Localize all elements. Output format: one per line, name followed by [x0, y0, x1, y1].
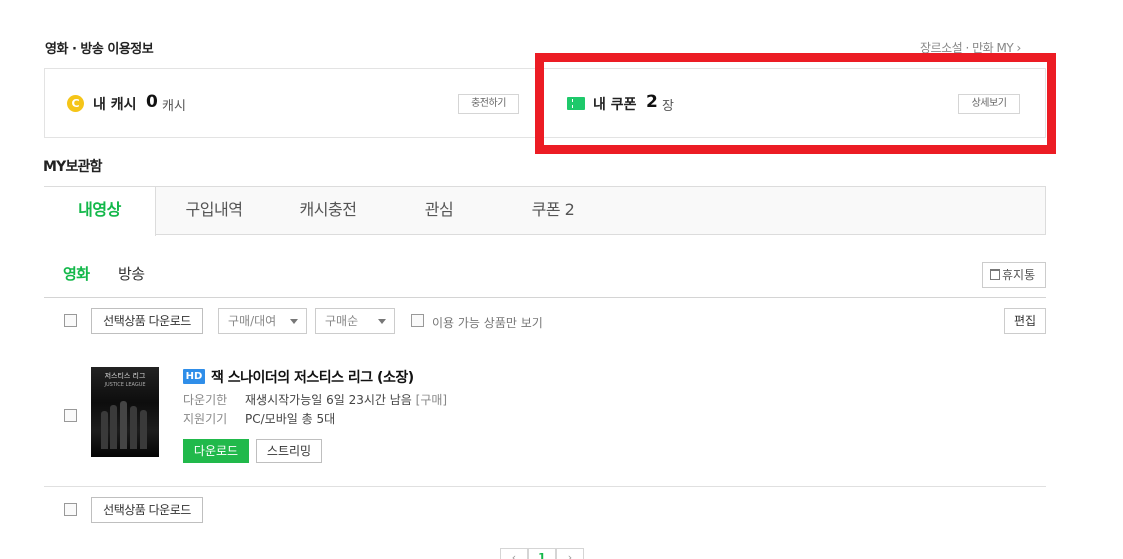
purchase-type-value: 구매/대여 [228, 314, 277, 328]
subtab-broadcast[interactable]: 방송 [118, 263, 145, 284]
movie-poster[interactable]: 저스티스 리그 JUSTICE LEAGUE [91, 367, 159, 457]
download-selected-button[interactable]: 선택상품 다운로드 [91, 308, 203, 334]
sort-select[interactable]: 구매순 [315, 308, 395, 334]
download-period-text: 재생시작가능일 6일 23시간 남음 [245, 393, 412, 407]
tab-favorites[interactable]: 관심 [405, 187, 473, 235]
my-storage-title: MY보관함 [43, 159, 103, 175]
poster-figure [110, 405, 117, 449]
usage-info-title: 영화 · 방송 이용정보 [45, 42, 154, 57]
sort-value: 구매순 [325, 314, 359, 328]
hd-badge: HD [183, 369, 205, 384]
streaming-button[interactable]: 스트리밍 [256, 439, 322, 463]
select-all-checkbox-bottom[interactable] [64, 503, 77, 516]
tab-cash-charge[interactable]: 캐시충전 [275, 187, 381, 235]
tab-purchase-history[interactable]: 구입내역 [165, 187, 263, 235]
download-period-label: 다운기한 [183, 393, 228, 407]
purchase-type-select[interactable]: 구매/대여 [218, 308, 307, 334]
tab-my-videos[interactable]: 내영상 [44, 187, 156, 236]
poster-subtitle: JUSTICE LEAGUE [104, 382, 146, 388]
poster-figure [120, 401, 127, 449]
caret-down-icon [378, 319, 386, 324]
trash-button-label: 휴지통 [1002, 268, 1036, 282]
poster-figure [101, 411, 108, 449]
cash-unit: 캐시 [162, 99, 186, 114]
cash-value: 0 [146, 92, 158, 112]
divider [44, 486, 1046, 487]
storage-tabs: 내영상 구입내역 캐시충전 관심 쿠폰 2 [44, 186, 1046, 236]
page-1-button[interactable]: 1 [528, 548, 556, 559]
download-selected-button-bottom[interactable]: 선택상품 다운로드 [91, 497, 203, 523]
devices-label: 지원기기 [183, 412, 228, 426]
available-only-checkbox[interactable] [411, 314, 424, 327]
caret-down-icon [290, 319, 298, 324]
prev-page-button[interactable]: ‹ [500, 548, 528, 559]
item-checkbox[interactable] [64, 409, 77, 422]
purchase-tag: [구매] [415, 393, 448, 407]
poster-figure [140, 410, 147, 449]
edit-button[interactable]: 편집 [1004, 308, 1046, 334]
poster-figure [130, 406, 137, 449]
coupon-highlight-box [535, 53, 1056, 154]
charge-cash-button[interactable]: 충전하기 [458, 94, 519, 114]
select-all-checkbox[interactable] [64, 314, 77, 327]
devices-value: PC/모바일 총 5대 [245, 412, 336, 426]
download-button[interactable]: 다운로드 [183, 439, 249, 463]
product-title[interactable]: 잭 스나이더의 저스티스 리그 (소장) [211, 367, 414, 387]
divider [44, 297, 1046, 298]
trash-icon [990, 269, 1000, 280]
tab-coupons[interactable]: 쿠폰 2 [511, 187, 595, 235]
next-page-button[interactable]: › [556, 548, 584, 559]
trash-button[interactable]: 휴지통 [982, 262, 1046, 288]
available-only-label[interactable]: 이용 가능 상품만 보기 [432, 314, 543, 331]
subtab-movies[interactable]: 영화 [63, 263, 90, 284]
coin-icon: C [67, 95, 84, 112]
cash-label: 내 캐시 [93, 97, 137, 113]
poster-title: 저스티스 리그 [104, 372, 146, 380]
download-period-value: 재생시작가능일 6일 23시간 남음 [구매] [245, 391, 447, 408]
